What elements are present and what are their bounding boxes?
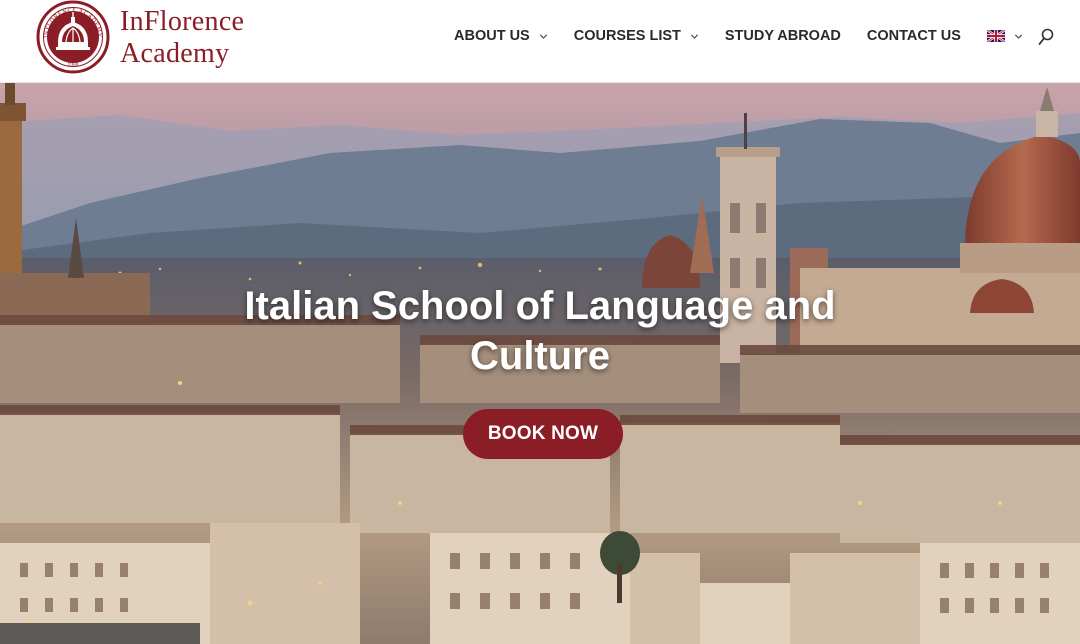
- search-icon[interactable]: [1038, 28, 1054, 46]
- academy-seal-icon: INFLORENCE ACADEMY 1988: [36, 0, 110, 74]
- brand-name-line2: Academy: [120, 38, 230, 69]
- brand-name-line1: InFlorence: [120, 6, 245, 37]
- uk-flag-icon: [986, 30, 1005, 42]
- chevron-down-icon: [690, 33, 698, 39]
- hero-title: Italian School of Language and Culture: [244, 284, 836, 378]
- site-header: INFLORENCE ACADEMY 1988 InFlorence Acade…: [0, 0, 1080, 83]
- nav-courses-list-label: COURSES LIST: [573, 28, 681, 44]
- brand-wordmark: InFlorence Academy: [120, 6, 244, 68]
- nav-contact-us[interactable]: CONTACT US: [867, 28, 961, 44]
- nav-about-us[interactable]: ABOUT US: [454, 28, 548, 44]
- seal-year: 1988: [68, 62, 79, 68]
- chevron-down-icon: [539, 33, 547, 39]
- nav-study-abroad[interactable]: STUDY ABROAD: [725, 28, 841, 44]
- chevron-down-icon: [1014, 33, 1022, 39]
- brand-logo[interactable]: INFLORENCE ACADEMY 1988 InFlorence Acade…: [36, 0, 244, 74]
- language-switcher[interactable]: [986, 30, 1023, 42]
- nav-about-us-label: ABOUT US: [454, 28, 530, 44]
- nav-courses-list[interactable]: COURSES LIST: [574, 28, 699, 44]
- main-nav: ABOUT US COURSES LIST STUDY ABROAD CONTA…: [454, 24, 1060, 48]
- nav-contact-us-label: CONTACT US: [866, 28, 961, 44]
- hero-banner: Italian School of Language and Culture B…: [0, 83, 1080, 644]
- nav-study-abroad-label: STUDY ABROAD: [724, 28, 841, 44]
- book-now-button[interactable]: BOOK NOW: [463, 409, 623, 459]
